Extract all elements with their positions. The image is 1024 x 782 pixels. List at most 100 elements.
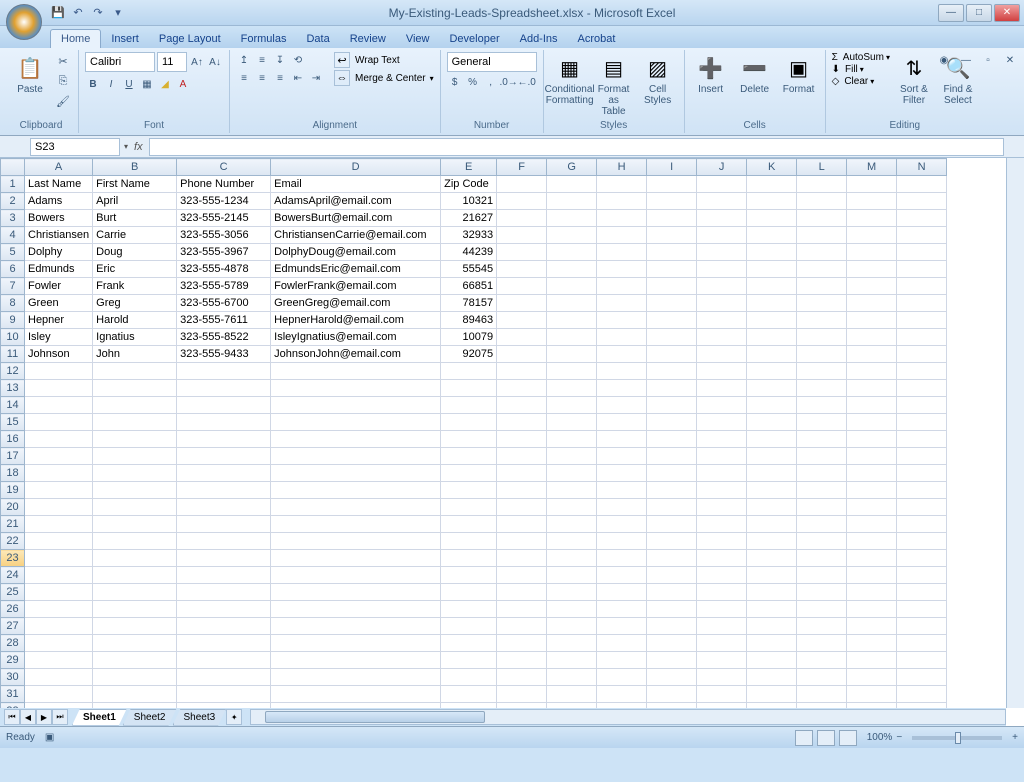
- cell-D16[interactable]: [271, 431, 441, 448]
- cell-J31[interactable]: [697, 686, 747, 703]
- cell-I9[interactable]: [647, 312, 697, 329]
- cell-E30[interactable]: [441, 669, 497, 686]
- cell-I1[interactable]: [647, 176, 697, 193]
- cell-N25[interactable]: [897, 584, 947, 601]
- cell-I31[interactable]: [647, 686, 697, 703]
- cell-F27[interactable]: [497, 618, 547, 635]
- decrease-decimal-icon[interactable]: ←.0: [519, 74, 535, 90]
- row-header-18[interactable]: 18: [1, 465, 25, 482]
- font-name-input[interactable]: [85, 52, 155, 72]
- spreadsheet-grid[interactable]: ABCDEFGHIJKLMN1Last NameFirst NamePhone …: [0, 158, 947, 708]
- cell-B14[interactable]: [93, 397, 177, 414]
- cell-F8[interactable]: [497, 295, 547, 312]
- cell-H16[interactable]: [597, 431, 647, 448]
- row-header-8[interactable]: 8: [1, 295, 25, 312]
- row-header-3[interactable]: 3: [1, 210, 25, 227]
- undo-icon[interactable]: ↶: [70, 5, 86, 21]
- cell-G22[interactable]: [547, 533, 597, 550]
- autosum-button[interactable]: Σ AutoSum▾: [832, 52, 890, 63]
- tab-page-layout[interactable]: Page Layout: [149, 30, 231, 48]
- cell-A17[interactable]: [25, 448, 93, 465]
- fx-icon[interactable]: fx: [134, 141, 143, 153]
- cell-J27[interactable]: [697, 618, 747, 635]
- cell-F16[interactable]: [497, 431, 547, 448]
- cell-H13[interactable]: [597, 380, 647, 397]
- cell-F29[interactable]: [497, 652, 547, 669]
- cell-N13[interactable]: [897, 380, 947, 397]
- cell-J11[interactable]: [697, 346, 747, 363]
- cell-I26[interactable]: [647, 601, 697, 618]
- cell-G30[interactable]: [547, 669, 597, 686]
- cell-H1[interactable]: [597, 176, 647, 193]
- cell-E29[interactable]: [441, 652, 497, 669]
- cell-G27[interactable]: [547, 618, 597, 635]
- cell-D17[interactable]: [271, 448, 441, 465]
- row-header-26[interactable]: 26: [1, 601, 25, 618]
- cell-E10[interactable]: 10079: [441, 329, 497, 346]
- row-header-29[interactable]: 29: [1, 652, 25, 669]
- cell-E16[interactable]: [441, 431, 497, 448]
- cell-H27[interactable]: [597, 618, 647, 635]
- cell-N31[interactable]: [897, 686, 947, 703]
- cell-G31[interactable]: [547, 686, 597, 703]
- cell-F21[interactable]: [497, 516, 547, 533]
- cell-I27[interactable]: [647, 618, 697, 635]
- cell-G11[interactable]: [547, 346, 597, 363]
- cell-A1[interactable]: Last Name: [25, 176, 93, 193]
- cell-K9[interactable]: [747, 312, 797, 329]
- cell-K24[interactable]: [747, 567, 797, 584]
- cell-G7[interactable]: [547, 278, 597, 295]
- cell-J1[interactable]: [697, 176, 747, 193]
- col-header-G[interactable]: G: [547, 159, 597, 176]
- delete-cells-button[interactable]: ➖Delete: [735, 52, 775, 97]
- cell-G5[interactable]: [547, 244, 597, 261]
- cell-H24[interactable]: [597, 567, 647, 584]
- cell-F23[interactable]: [497, 550, 547, 567]
- cell-N23[interactable]: [897, 550, 947, 567]
- row-header-21[interactable]: 21: [1, 516, 25, 533]
- tab-home[interactable]: Home: [50, 29, 101, 48]
- cell-L28[interactable]: [797, 635, 847, 652]
- comma-icon[interactable]: ,: [483, 74, 499, 90]
- cell-L7[interactable]: [797, 278, 847, 295]
- cell-M20[interactable]: [847, 499, 897, 516]
- sheet-tab-sheet1[interactable]: Sheet1: [72, 709, 127, 726]
- cell-L18[interactable]: [797, 465, 847, 482]
- cell-A29[interactable]: [25, 652, 93, 669]
- row-header-14[interactable]: 14: [1, 397, 25, 414]
- row-header-25[interactable]: 25: [1, 584, 25, 601]
- cell-A15[interactable]: [25, 414, 93, 431]
- cell-J13[interactable]: [697, 380, 747, 397]
- cell-F31[interactable]: [497, 686, 547, 703]
- align-middle-icon[interactable]: ≡: [254, 52, 270, 68]
- row-header-15[interactable]: 15: [1, 414, 25, 431]
- cell-G3[interactable]: [547, 210, 597, 227]
- cell-E2[interactable]: 10321: [441, 193, 497, 210]
- cell-D25[interactable]: [271, 584, 441, 601]
- cell-M18[interactable]: [847, 465, 897, 482]
- copy-icon[interactable]: ⎘: [54, 72, 72, 90]
- cell-M1[interactable]: [847, 176, 897, 193]
- cell-M23[interactable]: [847, 550, 897, 567]
- cell-C30[interactable]: [177, 669, 271, 686]
- help-icon[interactable]: ◉: [936, 52, 952, 68]
- cell-G12[interactable]: [547, 363, 597, 380]
- format-as-table-button[interactable]: ▤Format as Table: [594, 52, 634, 119]
- cell-F12[interactable]: [497, 363, 547, 380]
- tab-developer[interactable]: Developer: [439, 30, 509, 48]
- cell-E7[interactable]: 66851: [441, 278, 497, 295]
- cell-N28[interactable]: [897, 635, 947, 652]
- cell-H5[interactable]: [597, 244, 647, 261]
- cell-J5[interactable]: [697, 244, 747, 261]
- cell-E24[interactable]: [441, 567, 497, 584]
- cell-L6[interactable]: [797, 261, 847, 278]
- cell-F2[interactable]: [497, 193, 547, 210]
- cell-M14[interactable]: [847, 397, 897, 414]
- cell-H9[interactable]: [597, 312, 647, 329]
- cell-G10[interactable]: [547, 329, 597, 346]
- cell-M17[interactable]: [847, 448, 897, 465]
- cell-K25[interactable]: [747, 584, 797, 601]
- cell-I3[interactable]: [647, 210, 697, 227]
- cell-E1[interactable]: Zip Code: [441, 176, 497, 193]
- cell-G26[interactable]: [547, 601, 597, 618]
